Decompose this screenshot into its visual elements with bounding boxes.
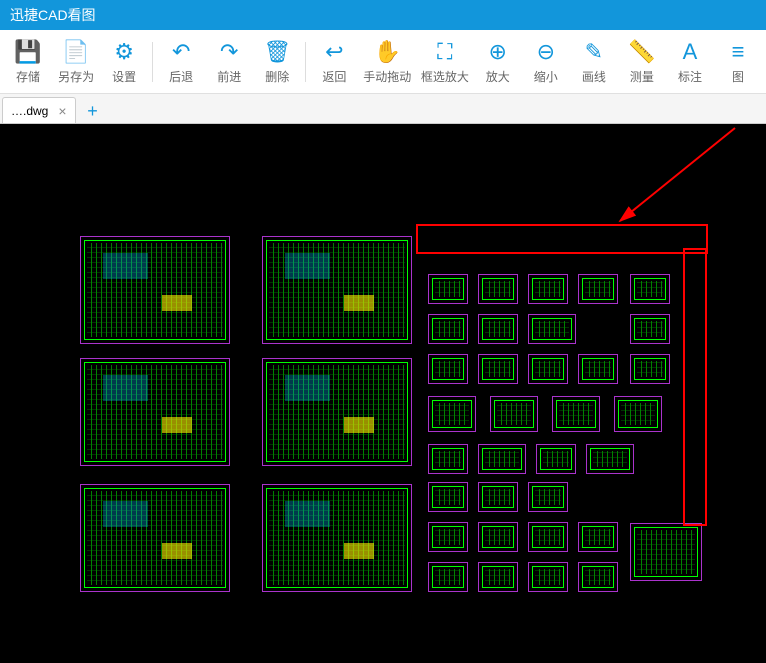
- undo-icon: ↶: [172, 38, 190, 66]
- undo-button[interactable]: ↶ 后退: [157, 32, 205, 92]
- zoom-in-icon: ⊕: [489, 38, 507, 66]
- zoom-out-icon: ⊖: [537, 38, 555, 66]
- cad-detail-drawing: [478, 562, 518, 592]
- back-icon: ↩: [325, 38, 343, 66]
- file-tab[interactable]: ….dwg ×: [2, 97, 76, 123]
- toolbar: 💾 存储 📄 另存为 ⚙ 设置 ↶ 后退 ↷ 前进 🗑 删除 ↩ 返回 ✋ 手动拖动 ⛶ 框选放大 ⊕ 放大 ⊖ 缩小 ✎ 画…: [0, 30, 766, 94]
- settings-icon: ⚙: [114, 38, 134, 66]
- save-icon: 💾: [14, 38, 41, 66]
- cad-floorplan-drawing: [80, 484, 230, 592]
- cad-floorplan-drawing: [262, 484, 412, 592]
- annotate-button[interactable]: A 标注: [666, 32, 714, 92]
- back-label: 返回: [322, 68, 346, 85]
- cad-detail-drawing: [528, 522, 568, 552]
- cad-detail-drawing: [578, 562, 618, 592]
- cad-detail-drawing: [552, 396, 600, 432]
- saveas-icon: 📄: [62, 38, 89, 66]
- cad-detail-drawing: [528, 482, 568, 512]
- delete-label: 删除: [265, 68, 289, 85]
- toolbar-separator: [305, 42, 306, 82]
- cad-detail-drawing: [578, 354, 618, 384]
- delete-button[interactable]: 🗑 删除: [253, 32, 301, 92]
- cad-detail-drawing: [478, 482, 518, 512]
- zoom-window-button[interactable]: ⛶ 框选放大: [416, 32, 474, 92]
- delete-icon: 🗑: [263, 38, 291, 66]
- cad-detail-drawing: [536, 444, 576, 474]
- cad-detail-drawing: [528, 314, 576, 344]
- add-tab-button[interactable]: +: [80, 99, 106, 123]
- cad-canvas[interactable]: [0, 124, 766, 663]
- plus-icon: +: [87, 101, 98, 122]
- pan-icon: ✋: [374, 38, 401, 66]
- back-button[interactable]: ↩ 返回: [310, 32, 358, 92]
- cad-detail-drawing: [614, 396, 662, 432]
- draw-line-icon: ✎: [585, 38, 603, 66]
- save-button[interactable]: 💾 存储: [4, 32, 52, 92]
- draw-line-label: 画线: [582, 68, 606, 85]
- settings-button[interactable]: ⚙ 设置: [100, 32, 148, 92]
- cad-detail-drawing: [478, 314, 518, 344]
- measure-icon: 📏: [628, 38, 655, 66]
- cad-detail-drawing: [428, 522, 468, 552]
- cad-detail-drawing: [528, 274, 568, 304]
- cad-detail-drawing: [428, 396, 476, 432]
- measure-button[interactable]: 📏 测量: [618, 32, 666, 92]
- cad-detail-drawing: [478, 354, 518, 384]
- zoom-out-button[interactable]: ⊖ 缩小: [522, 32, 570, 92]
- app-title: 迅捷CAD看图: [10, 5, 96, 25]
- cad-detail-drawing: [428, 562, 468, 592]
- cad-detail-drawing: [428, 444, 468, 474]
- cad-detail-drawing: [630, 523, 702, 581]
- cad-detail-drawing: [478, 522, 518, 552]
- pan-button[interactable]: ✋ 手动拖动: [358, 32, 416, 92]
- saveas-button[interactable]: 📄 另存为: [52, 32, 100, 92]
- toolbar-separator: [152, 42, 153, 82]
- layers-label: 图: [732, 68, 744, 85]
- zoom-in-button[interactable]: ⊕ 放大: [474, 32, 522, 92]
- layers-icon: ≡: [732, 38, 745, 66]
- annotate-label: 标注: [678, 68, 702, 85]
- annotate-icon: A: [683, 38, 698, 66]
- cad-detail-drawing: [578, 522, 618, 552]
- cad-detail-drawing: [528, 562, 568, 592]
- cad-detail-drawing: [630, 274, 670, 304]
- redo-button[interactable]: ↷ 前进: [205, 32, 253, 92]
- save-label: 存储: [16, 68, 40, 85]
- redo-icon: ↷: [220, 38, 238, 66]
- cad-detail-drawing: [586, 444, 634, 474]
- undo-label: 后退: [169, 68, 193, 85]
- cad-detail-drawing: [528, 354, 568, 384]
- tabbar: ….dwg × +: [0, 94, 766, 124]
- annotation-highlight-box: [416, 224, 708, 254]
- cad-floorplan-drawing: [80, 358, 230, 466]
- cad-floorplan-drawing: [80, 236, 230, 344]
- cad-detail-drawing: [578, 274, 618, 304]
- zoom-in-label: 放大: [486, 68, 510, 85]
- zoom-out-label: 缩小: [534, 68, 558, 85]
- cad-detail-drawing: [428, 482, 468, 512]
- cad-detail-drawing: [478, 274, 518, 304]
- zoom-window-icon: ⛶: [437, 38, 452, 66]
- cad-detail-drawing: [428, 274, 468, 304]
- measure-label: 测量: [630, 68, 654, 85]
- settings-label: 设置: [112, 68, 136, 85]
- tab-filename: ….dwg: [11, 104, 48, 118]
- cad-detail-drawing: [428, 314, 468, 344]
- layers-button[interactable]: ≡图: [714, 32, 762, 92]
- cad-floorplan-drawing: [262, 358, 412, 466]
- cad-detail-drawing: [428, 354, 468, 384]
- cad-detail-drawing: [630, 314, 670, 344]
- zoom-window-label: 框选放大: [421, 68, 469, 85]
- cad-detail-drawing: [490, 396, 538, 432]
- redo-label: 前进: [217, 68, 241, 85]
- pan-label: 手动拖动: [363, 68, 411, 85]
- saveas-label: 另存为: [58, 68, 94, 85]
- cad-floorplan-drawing: [262, 236, 412, 344]
- annotation-highlight-box: [683, 248, 707, 526]
- cad-detail-drawing: [630, 354, 670, 384]
- draw-line-button[interactable]: ✎ 画线: [570, 32, 618, 92]
- close-icon[interactable]: ×: [58, 103, 66, 119]
- cad-detail-drawing: [478, 444, 526, 474]
- titlebar: 迅捷CAD看图: [0, 0, 766, 30]
